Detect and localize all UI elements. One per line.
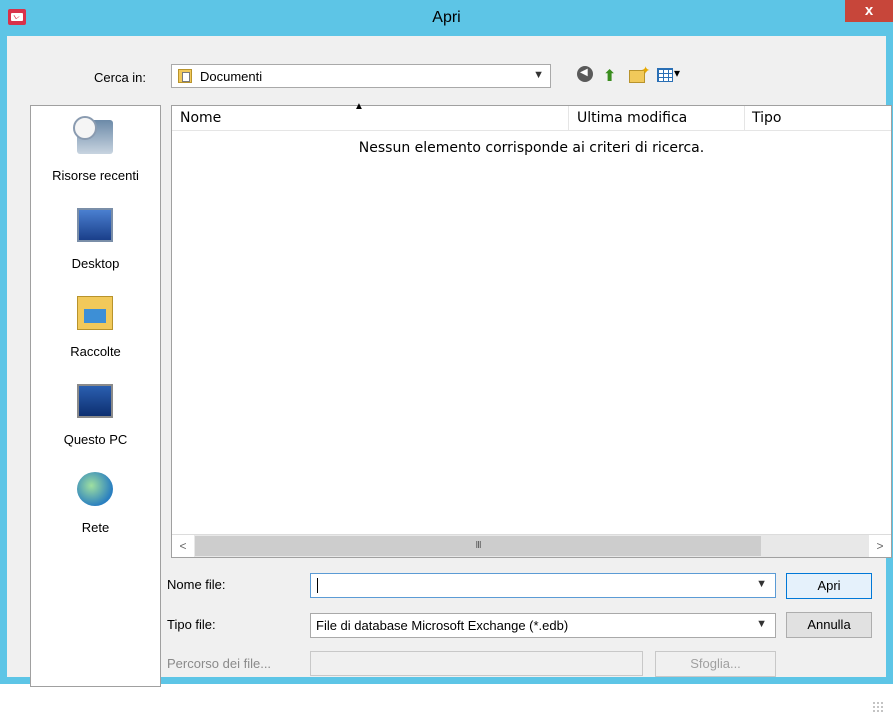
text-caret — [317, 578, 318, 593]
place-label: Desktop — [71, 256, 120, 271]
lookin-value: Documenti — [200, 69, 263, 84]
resize-grip[interactable] — [872, 701, 884, 713]
chevron-down-icon[interactable]: ▼ — [533, 69, 544, 81]
place-label: Questo PC — [63, 432, 128, 447]
browse-button: Sfoglia... — [655, 651, 776, 677]
network-icon — [77, 472, 113, 506]
place-label: Risorse recenti — [52, 168, 139, 183]
window-title: Apri — [432, 9, 461, 26]
lookin-label: Cerca in: — [94, 70, 147, 85]
libraries-icon — [77, 296, 113, 330]
place-label: Raccolte — [70, 344, 121, 359]
column-modified[interactable]: Ultima modifica — [577, 106, 687, 130]
up-folder-icon[interactable]: ⬆ — [603, 66, 621, 85]
empty-message: Nessun elemento corrisponde ai criteri d… — [358, 140, 705, 156]
places-bar: Risorse recenti Desktop Raccolte Questo … — [30, 105, 161, 687]
path-input — [310, 651, 643, 676]
open-button[interactable]: Apri — [786, 573, 872, 599]
back-icon[interactable] — [577, 66, 593, 82]
open-dialog: Apri x Cerca in: Documenti ▼ ⬆ Risorse r… — [0, 0, 893, 713]
chevron-down-icon[interactable]: ▼ — [756, 578, 767, 590]
filename-combobox[interactable]: ▼ — [310, 573, 776, 598]
close-button[interactable]: x — [845, 0, 893, 22]
place-label: Rete — [81, 520, 110, 535]
cancel-button[interactable]: Annulla — [786, 612, 872, 638]
chevron-down-icon[interactable]: ▼ — [756, 618, 767, 630]
scroll-left-icon[interactable]: < — [172, 535, 194, 557]
path-label: Percorso dei file... — [167, 656, 272, 671]
column-separator[interactable] — [744, 106, 745, 130]
this-pc-icon — [77, 384, 113, 418]
title-bar[interactable]: Apri x — [0, 0, 893, 36]
view-menu-icon[interactable] — [657, 66, 687, 84]
new-folder-icon[interactable] — [629, 64, 650, 84]
filename-label: Nome file: — [167, 577, 226, 592]
file-list[interactable]: ▲ Nome Ultima modifica Tipo Nessun eleme… — [171, 101, 892, 558]
filetype-combobox[interactable]: File di database Microsoft Exchange (*.e… — [310, 613, 776, 638]
horizontal-scrollbar[interactable]: < III > — [172, 534, 891, 557]
column-separator[interactable] — [568, 106, 569, 130]
scroll-thumb[interactable]: III — [195, 536, 761, 556]
column-type[interactable]: Tipo — [752, 106, 781, 130]
desktop-icon — [77, 208, 113, 242]
lookin-combobox[interactable]: Documenti ▼ — [171, 64, 551, 88]
column-name[interactable]: Nome — [180, 106, 221, 130]
recent-places-icon — [73, 116, 113, 154]
sort-ascending-icon: ▲ — [354, 101, 364, 112]
documents-folder-icon — [178, 69, 192, 83]
file-list-header: ▲ Nome Ultima modifica Tipo — [172, 101, 891, 131]
filetype-label: Tipo file: — [167, 617, 216, 632]
scroll-right-icon[interactable]: > — [869, 535, 891, 557]
filetype-value: File di database Microsoft Exchange (*.e… — [316, 618, 569, 633]
dialog-body: Cerca in: Documenti ▼ ⬆ Risorse recenti … — [7, 36, 892, 713]
